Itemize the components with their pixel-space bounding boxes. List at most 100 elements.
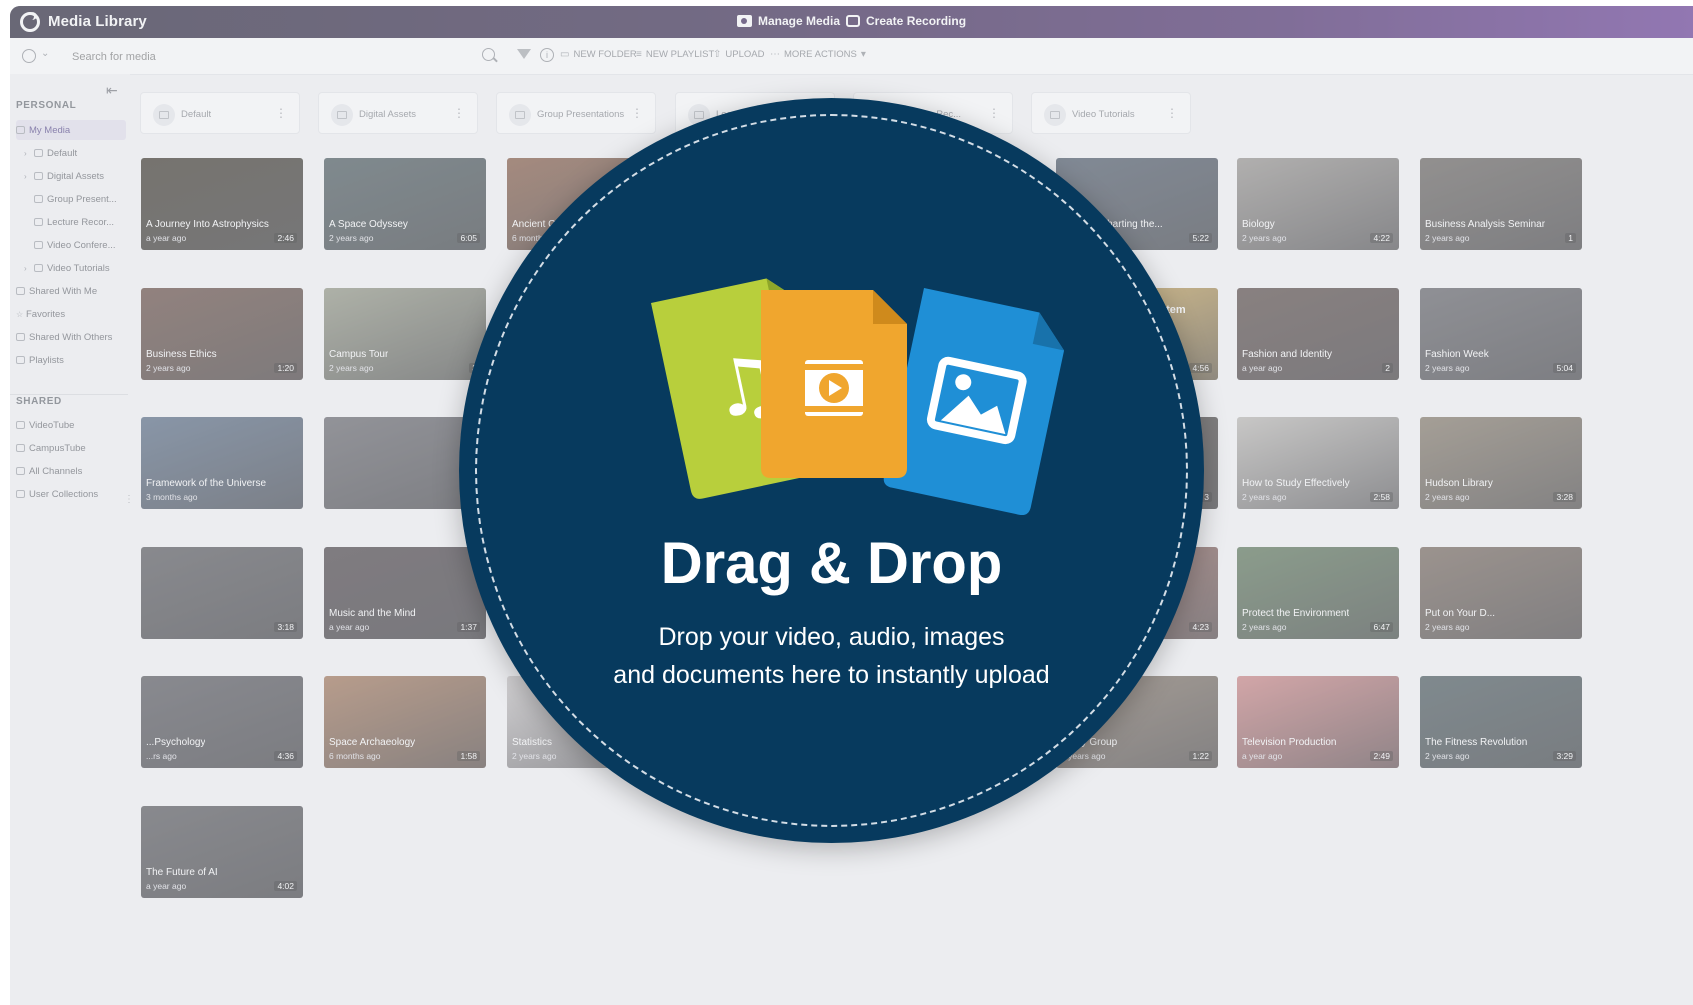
sidebar-folder-default[interactable]: › Default [24,143,134,163]
manage-media-label: Manage Media [758,14,841,28]
new-folder-label: NEW FOLDER [573,49,637,60]
media-title[interactable]: A Journey Into Astrophysics [146,219,269,230]
chevron-right-icon[interactable]: › [24,264,30,273]
media-title[interactable]: Framework of the Universe [146,478,266,489]
media-age: 2 years ago [1425,751,1470,761]
upload-button[interactable]: ⇧ UPLOAD [713,49,764,60]
media-duration: 2 [1382,363,1393,373]
media-duration: 4:02 [274,881,297,891]
media-title[interactable]: The Future of AI [146,867,218,878]
media-title[interactable]: Fashion Week [1425,349,1489,360]
sidebar-item-label: VideoTube [29,419,75,431]
media-title[interactable]: A Space Odyssey [329,219,408,230]
sidebar-item-user-collections[interactable]: User Collections [16,484,126,504]
media-card[interactable]: ...Psychology ...rs ago 4:36 [141,676,303,768]
media-duration: 4:36 [274,751,297,761]
media-duration: 1:20 [274,363,297,373]
media-title[interactable]: The Fitness Revolution [1425,737,1527,748]
media-title[interactable]: Put on Your D... [1425,608,1495,619]
search-input[interactable] [70,45,504,69]
media-card[interactable]: Put on Your D... 2 years ago [1420,547,1582,639]
new-playlist-button[interactable]: ≡ NEW PLAYLIST [636,49,714,60]
media-title[interactable]: Business Ethics [146,349,217,360]
media-age: 6 months ago [329,751,381,761]
media-card[interactable]: Protect the Environment 2 years ago 6:47 [1237,547,1399,639]
sidebar-item-all-channels[interactable]: All Channels [16,461,126,481]
sidebar-item-label: Favorites [26,308,66,320]
media-title[interactable]: Biology [1242,219,1275,230]
folder-icon [331,104,353,126]
sidebar-item-shared-with-me[interactable]: Shared With Me [16,281,126,301]
media-title[interactable]: Protect the Environment [1242,608,1349,619]
more-actions-button[interactable]: ⋯ MORE ACTIONS ▾ [770,49,866,60]
sidebar-folder-group-presentations[interactable]: Group Present... [24,189,134,209]
media-card[interactable]: Biology 2 years ago 4:22 [1237,158,1399,250]
media-title[interactable]: Space Archaeology [329,737,415,748]
media-title[interactable]: ...Psychology [146,737,205,748]
sidebar-item-playlists[interactable]: Playlists [16,350,126,370]
media-duration: 2:58 [1370,492,1393,502]
sidebar-folder-label: Default [47,147,78,159]
create-recording-label: Create Recording [866,14,967,28]
drop-zone-line-1: Drop your video, audio, images [658,623,1005,651]
folder-icon [34,241,43,249]
search-icon[interactable] [482,48,495,61]
media-title[interactable]: How to Study Effectively [1242,478,1350,489]
sidebar-item-label: Playlists [29,354,64,366]
sidebar-item-videotube[interactable]: VideoTube [16,415,126,435]
media-card[interactable]: How to Study Effectively 2 years ago 2:58 [1237,417,1399,509]
folder-icon [34,264,43,272]
media-title[interactable]: Campus Tour [329,349,388,360]
sidebar-folder-video-conference[interactable]: Video Confere... [24,235,134,255]
sidebar-folder-digital-assets[interactable]: › Digital Assets [24,166,134,186]
media-title[interactable]: Television Production [1242,737,1337,748]
chevron-right-icon[interactable]: › [24,149,30,158]
sidebar-item-label: My Media [29,124,71,136]
sidebar-item-my-media[interactable]: My Media [16,120,126,140]
media-card[interactable]: Business Analysis Seminar 2 years ago 1 [1420,158,1582,250]
sidebar-item-favorites[interactable]: ☆ Favorites [16,304,126,324]
media-title[interactable]: Business Analysis Seminar [1425,219,1545,230]
create-recording-button[interactable]: Create Recording [846,14,966,28]
media-card[interactable]: Hudson Library 2 years ago 3:28 [1420,417,1582,509]
media-card[interactable]: The Fitness Revolution 2 years ago 3:29 [1420,676,1582,768]
media-title[interactable]: Fashion and Identity [1242,349,1332,360]
info-icon[interactable]: i [540,48,554,62]
media-card[interactable]: Framework of the Universe 3 months ago [141,417,303,509]
folder-card[interactable]: Digital Assets ⋮ [318,92,478,134]
media-card[interactable]: 3:18 [141,547,303,639]
media-card[interactable]: Television Production a year ago 2:49 [1237,676,1399,768]
chevron-down-icon[interactable]: ⌄ [41,48,49,59]
folder-card[interactable]: Default ⋮ [140,92,300,134]
image-file-icon [883,288,1065,516]
sidebar-item-campustube[interactable]: CampusTube [16,438,126,458]
folder-name: Digital Assets [359,109,417,120]
chevron-right-icon[interactable]: › [24,172,30,181]
media-title[interactable]: Hudson Library [1425,478,1493,489]
sidebar-folder-lecture-recordings[interactable]: Lecture Recor... [24,212,134,232]
sidebar-item-shared-with-others[interactable]: Shared With Others [16,327,126,347]
new-folder-button[interactable]: ▭ NEW FOLDER [560,49,637,60]
filter-icon[interactable] [517,49,531,59]
media-card[interactable]: Fashion Week 2 years ago 5:04 [1420,288,1582,380]
drop-zone-subtitle: Drop your video, audio, images and docum… [459,618,1204,694]
kebab-menu-icon[interactable]: ⋮ [275,106,287,120]
video-file-icon [761,290,907,478]
sidebar-item-label: CampusTube [29,442,86,454]
sidebar-resize-handle[interactable]: ⋮ [124,494,134,505]
media-card[interactable]: The Future of AI a year ago 4:02 [141,806,303,898]
media-card[interactable]: Fashion and Identity a year ago 2 [1237,288,1399,380]
folder-icon [34,195,43,203]
playlist-icon: ≡ [636,49,642,60]
manage-media-button[interactable]: Manage Media [737,14,840,28]
collapse-sidebar-icon[interactable]: ⇤ [106,82,118,99]
media-title[interactable]: Music and the Mind [329,608,416,619]
media-card[interactable]: Business Ethics 2 years ago 1:20 [141,288,303,380]
sidebar-folder-video-tutorials[interactable]: › Video Tutorials [24,258,134,278]
folder-icon [153,104,175,126]
drop-zone[interactable]: ♫ Drag & Drop Drop your video, audio, im… [459,98,1204,843]
scope-globe-icon[interactable] [22,49,36,63]
camera-icon [737,15,752,27]
media-card[interactable]: A Journey Into Astrophysics a year ago 2:4… [141,158,303,250]
sidebar-item-label: All Channels [29,465,83,477]
